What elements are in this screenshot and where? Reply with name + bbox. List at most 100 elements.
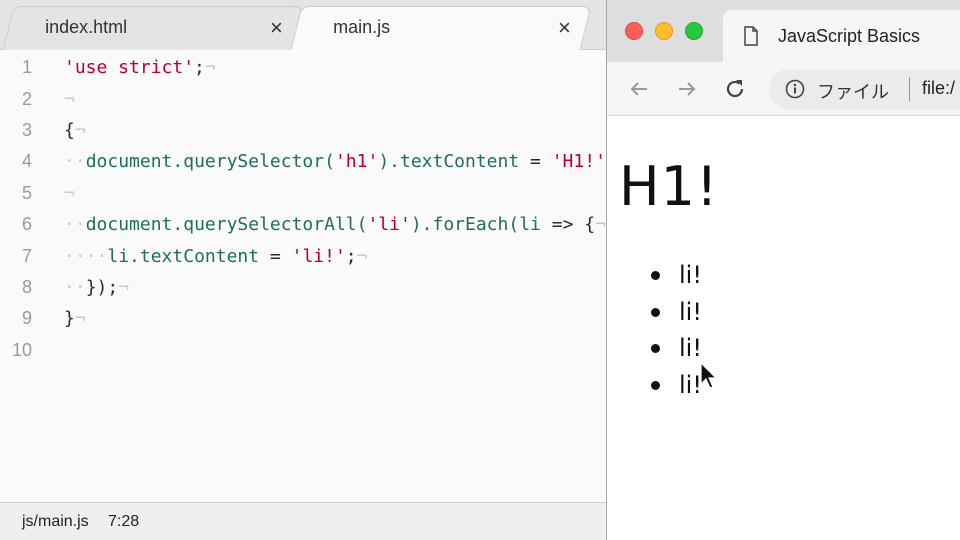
code-editor: index.html × main.js × 1 'use strict';¬ …: [0, 0, 606, 540]
line-number: 2: [21, 88, 32, 109]
arrow-right-icon: [679, 82, 696, 96]
line-number: 9: [21, 308, 32, 329]
line-number: 6: [21, 214, 32, 235]
code-text: ··document.querySelector('h1').textConte…: [64, 151, 606, 172]
eol-marker: ¬: [64, 88, 75, 110]
code-line[interactable]: 7 ····li.textContent = 'li!';¬: [0, 240, 606, 271]
status-cursor-position[interactable]: 7:28: [108, 513, 139, 531]
identifier: document: [85, 214, 173, 236]
page-viewport: H1! li! li! li! li!: [607, 117, 960, 540]
list-item-text: li!: [679, 334, 702, 363]
eol-marker: ¬: [204, 57, 216, 79]
identifier: li: [107, 245, 130, 267]
code-text: {¬: [64, 120, 86, 141]
tab-label: index.html: [45, 17, 128, 37]
address-url: file:/: [922, 78, 956, 98]
line-number: 8: [21, 276, 32, 297]
status-file-path: js/main.js: [22, 512, 89, 530]
tab-index-html[interactable]: index.html ×: [2, 6, 304, 50]
brace: }: [64, 308, 75, 330]
list-item: li!: [651, 257, 702, 294]
code-line[interactable]: 6 ··document.querySelectorAll('li').forE…: [0, 209, 606, 240]
code-line[interactable]: 9 }¬: [0, 303, 606, 334]
identifier: document: [85, 151, 173, 173]
status-bar: js/main.js 7:28: [0, 502, 606, 540]
method: .querySelectorAll(: [172, 214, 368, 236]
list-item-text: li!: [679, 370, 702, 399]
code-text: }¬: [64, 308, 86, 329]
browser-tab-title: JavaScript Basics: [778, 26, 921, 46]
property: ).textContent: [378, 151, 520, 173]
bullet-icon: [651, 307, 660, 317]
line-number: 10: [11, 339, 32, 360]
browser-tab[interactable]: JavaScript Basics: [723, 10, 960, 62]
forward-button[interactable]: [673, 75, 701, 103]
list-item-text: li!: [679, 297, 702, 326]
line-number: 7: [21, 245, 32, 266]
code-line[interactable]: 8 ··});¬: [0, 272, 606, 303]
code-text: ¬: [64, 89, 75, 110]
punctuation: ;: [194, 57, 205, 79]
tab-main-js[interactable]: main.js ×: [290, 6, 592, 50]
list-item-text: li!: [679, 261, 702, 290]
line-number: 5: [21, 182, 32, 203]
editor-tab-bar: index.html × main.js ×: [0, 0, 606, 50]
address-scheme-label: ファイル: [817, 82, 889, 102]
address-divider: [909, 77, 910, 101]
code-line[interactable]: 1 'use strict';¬: [0, 52, 606, 83]
property: .textContent: [129, 245, 260, 267]
string-literal: 'H1!': [551, 151, 606, 173]
operator: =: [519, 151, 552, 173]
eol-marker: ¬: [356, 245, 368, 267]
code-line[interactable]: 2 ¬: [0, 83, 606, 114]
eol-marker: ¬: [64, 182, 75, 204]
eol-marker: ¬: [118, 276, 130, 298]
page-heading: H1!: [619, 155, 719, 218]
list-item: li!: [651, 294, 702, 331]
info-icon[interactable]: [785, 79, 805, 99]
address-bar[interactable]: ファイル file:/: [769, 69, 960, 109]
code-line[interactable]: 10: [0, 335, 606, 366]
string-literal: 'use strict': [64, 57, 195, 79]
string-literal: 'li': [367, 214, 411, 236]
code-line[interactable]: 5 ¬: [0, 178, 606, 209]
arrow-left-icon: [630, 82, 647, 96]
maximize-window-button[interactable]: [685, 22, 703, 40]
eol-marker: ¬: [74, 119, 86, 141]
bullet-icon: [651, 344, 660, 353]
punctuation: });: [85, 276, 119, 298]
document-icon: [744, 26, 758, 46]
string-literal: 'li!': [291, 245, 346, 267]
code-text: ··});¬: [64, 276, 130, 298]
browser-title-bar: JavaScript Basics: [607, 0, 960, 62]
arrow-operator: => {: [540, 214, 596, 236]
close-icon[interactable]: ×: [270, 15, 283, 41]
code-text: ¬: [64, 183, 75, 204]
method: ).forEach(: [410, 214, 520, 236]
operator: =: [259, 245, 292, 267]
code-area[interactable]: 1 'use strict';¬ 2 ¬ 3 {¬ 4 ··document.q…: [0, 52, 606, 500]
brace: {: [64, 119, 75, 141]
reload-icon: [726, 80, 744, 98]
back-button[interactable]: [625, 75, 653, 103]
bullet-icon: [651, 380, 660, 390]
punctuation: ;: [345, 245, 357, 267]
close-icon[interactable]: ×: [558, 15, 571, 41]
line-number: 3: [21, 119, 32, 140]
line-number: 1: [21, 57, 32, 78]
reload-button[interactable]: [721, 75, 749, 103]
code-text: ····li.textContent = 'li!';¬: [64, 245, 368, 267]
list-item: li!: [651, 367, 702, 404]
mouse-pointer-icon: [700, 362, 718, 389]
code-line[interactable]: 3 {¬: [0, 115, 606, 146]
list-item: li!: [651, 330, 702, 367]
close-window-button[interactable]: [625, 22, 643, 40]
code-text: 'use strict';¬: [64, 57, 216, 78]
parameter: li: [519, 214, 541, 236]
code-line[interactable]: 4 ··document.querySelector('h1').textCon…: [0, 146, 606, 177]
page-list: li! li! li! li!: [651, 257, 702, 403]
line-number: 4: [21, 151, 32, 172]
bullet-icon: [651, 271, 660, 280]
minimize-window-button[interactable]: [655, 22, 673, 40]
browser-toolbar: ファイル file:/: [607, 62, 960, 116]
